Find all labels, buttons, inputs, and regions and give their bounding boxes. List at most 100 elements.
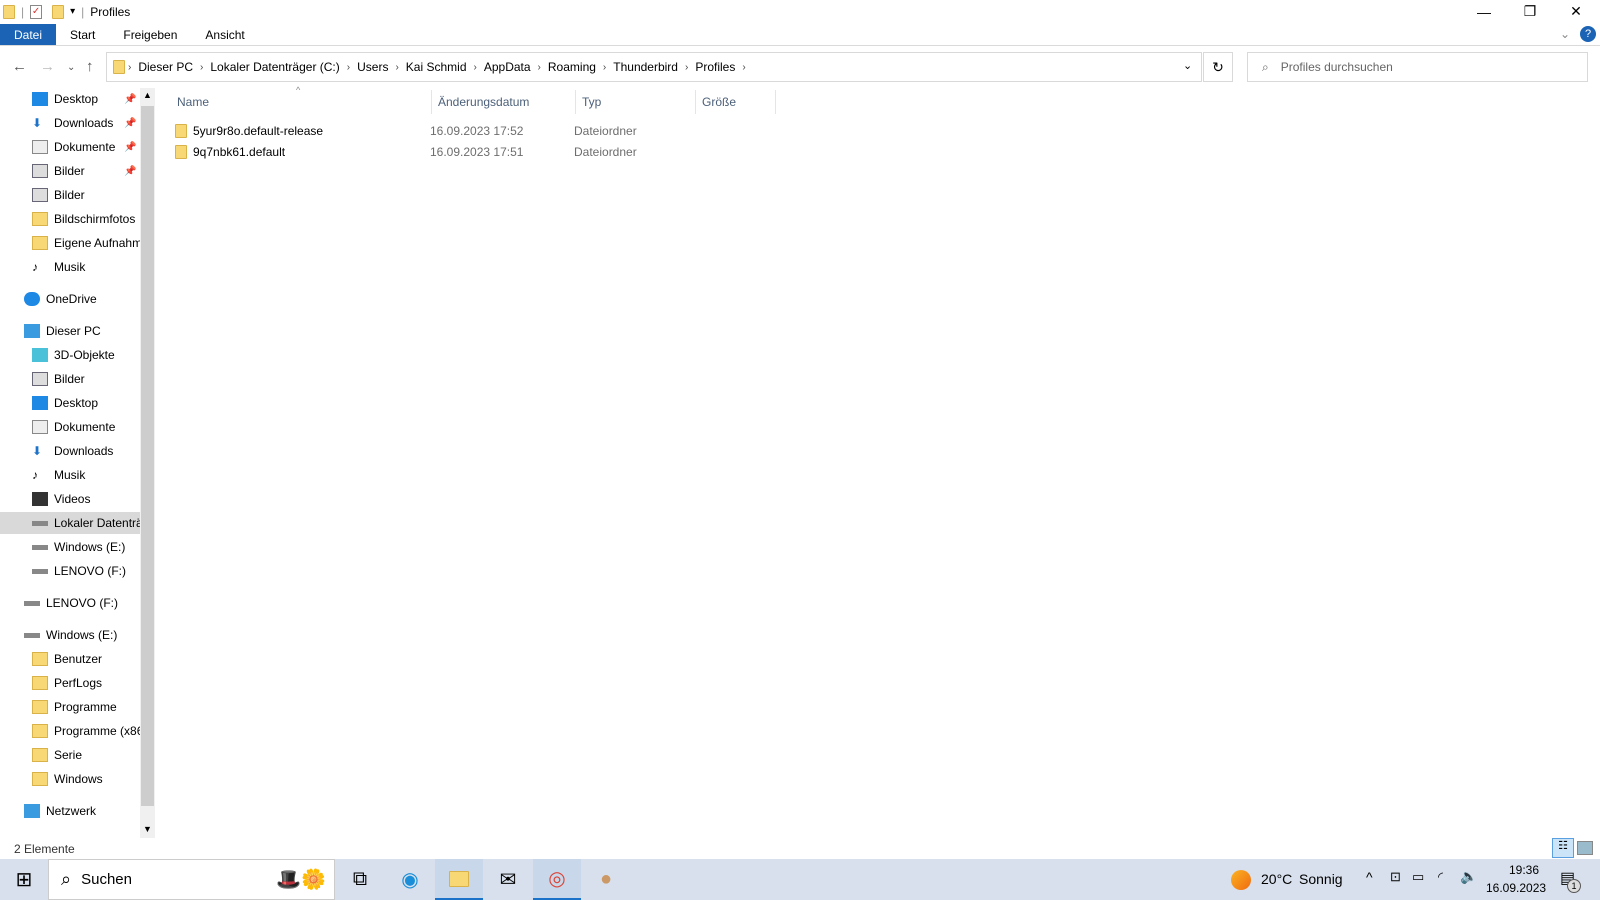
breadcrumb-item[interactable]: Kai Schmid	[406, 60, 467, 74]
file-explorer-app[interactable]	[435, 859, 483, 900]
show-hidden-icons[interactable]: ^	[1366, 869, 1373, 885]
sidebar-item[interactable]: Serie	[0, 744, 140, 766]
column-header-name[interactable]: Name	[171, 90, 432, 114]
tab-freigeben[interactable]: Freigeben	[109, 24, 191, 45]
breadcrumb-chevron-icon[interactable]: ›	[538, 62, 541, 73]
sidebar-item[interactable]: Lokaler Datenträger (C:)	[0, 512, 140, 534]
file-date: 16.09.2023 17:51	[430, 144, 524, 159]
breadcrumb-item[interactable]: Users	[357, 60, 388, 74]
properties-icon[interactable]: ✓	[30, 4, 43, 19]
sidebar-item[interactable]: LENOVO (F:)	[0, 560, 140, 582]
sidebar-item[interactable]: OneDrive	[0, 288, 140, 310]
refresh-button[interactable]: ↻	[1203, 52, 1233, 82]
sidebar-item[interactable]: Dokumente 📌	[0, 136, 140, 158]
sidebar-item[interactable]: ⬇ Downloads 📌	[0, 112, 140, 134]
quick-access-dropdown-icon[interactable]: ▾	[70, 6, 75, 17]
weather-temperature[interactable]: 20°C	[1261, 871, 1292, 887]
taskbar-search[interactable]: ⌕ Suchen 🎩🌼	[48, 859, 335, 900]
app-icon[interactable]: ●	[582, 859, 630, 900]
breadcrumb-chevron-icon[interactable]: ›	[603, 62, 606, 73]
sidebar-item[interactable]: Desktop 📌	[0, 88, 140, 110]
breadcrumb-chevron-icon[interactable]: ›	[474, 62, 477, 73]
close-button[interactable]: ✕	[1553, 0, 1599, 23]
sidebar-item[interactable]: Bilder	[0, 184, 140, 206]
clock-time[interactable]: 19:36	[1500, 863, 1548, 877]
weather-icon[interactable]	[1231, 870, 1251, 890]
breadcrumb-item[interactable]: Lokaler Datenträger (C:)	[210, 60, 339, 74]
tab-start[interactable]: Start	[56, 24, 109, 45]
scroll-down-arrow[interactable]: ▼	[143, 824, 152, 834]
task-view-button[interactable]: ⧉	[336, 859, 384, 900]
sidebar-item[interactable]: Benutzer	[0, 648, 140, 670]
minimize-button[interactable]: —	[1461, 0, 1507, 23]
file-row[interactable]: 5yur9r8o.default-release 16.09.2023 17:52…	[175, 120, 775, 141]
breadcrumb-item[interactable]: Thunderbird	[613, 60, 678, 74]
start-button[interactable]: ⊞	[0, 859, 48, 900]
column-header-size[interactable]: Größe	[696, 90, 776, 114]
sidebar-item[interactable]: Videos	[0, 488, 140, 510]
up-button[interactable]: ↑	[86, 58, 94, 75]
large-icons-view-button[interactable]	[1577, 841, 1593, 855]
maximize-button[interactable]: ❐	[1507, 0, 1553, 23]
drive-icon	[32, 544, 48, 550]
sidebar-item[interactable]: Bildschirmfotos	[0, 208, 140, 230]
sidebar-item[interactable]: Programme (x86)	[0, 720, 140, 742]
volume-icon[interactable]: 🔈	[1460, 868, 1477, 885]
mail-app[interactable]: ✉	[484, 859, 532, 900]
recent-locations-button[interactable]: ⌄	[67, 62, 75, 73]
details-view-button[interactable]: ☷	[1552, 838, 1574, 858]
sidebar-item[interactable]: Programme	[0, 696, 140, 718]
sidebar-item[interactable]: Netzwerk	[0, 800, 140, 822]
address-bar[interactable]: › Dieser PC › Lokaler Datenträger (C:) › Use…	[106, 52, 1202, 82]
sidebar-item-label: Downloads	[54, 116, 114, 130]
status-item-count: 2 Elemente	[14, 842, 75, 856]
chrome-app[interactable]: ◎	[533, 859, 581, 900]
column-header-date[interactable]: Änderungsdatum	[432, 90, 576, 114]
back-button[interactable]: ←	[12, 58, 27, 75]
breadcrumb-chevron-icon[interactable]: ›	[685, 62, 688, 73]
breadcrumb-item[interactable]: Roaming	[548, 60, 596, 74]
sidebar-item[interactable]: Desktop	[0, 392, 140, 414]
tab-ansicht[interactable]: Ansicht	[191, 24, 258, 45]
tab-datei[interactable]: Datei	[0, 24, 57, 45]
search-input[interactable]: ⌕ Profiles durchsuchen	[1247, 52, 1588, 82]
file-row[interactable]: 9q7nbk61.default 16.09.2023 17:51 Dateiord…	[175, 141, 775, 162]
breadcrumb-chevron-icon[interactable]: ›	[395, 62, 398, 73]
weather-description[interactable]: Sonnig	[1299, 871, 1343, 887]
battery-icon[interactable]: ▭	[1412, 869, 1424, 885]
breadcrumb-item[interactable]: AppData	[484, 60, 531, 74]
forward-button[interactable]: →	[40, 58, 55, 75]
expand-ribbon-icon[interactable]: ⌄	[1560, 27, 1570, 41]
sidebar-item[interactable]: PerfLogs	[0, 672, 140, 694]
breadcrumb-chevron-icon[interactable]: ›	[742, 62, 745, 73]
pin-icon: 📌	[124, 93, 137, 105]
sidebar-item[interactable]: Eigene Aufnahmen	[0, 232, 140, 254]
breadcrumb-chevron-icon[interactable]: ›	[347, 62, 350, 73]
meet-icon[interactable]: ⊡	[1390, 869, 1401, 885]
sidebar-item[interactable]: Bilder 📌	[0, 160, 140, 182]
column-header-type[interactable]: Typ	[576, 90, 696, 114]
sidebar-item[interactable]: ♪ Musik	[0, 256, 140, 278]
clock-date[interactable]: 16.09.2023	[1486, 881, 1546, 895]
sidebar-item[interactable]: Dokumente	[0, 416, 140, 438]
new-folder-icon[interactable]	[52, 4, 65, 19]
sidebar-item[interactable]: Windows	[0, 768, 140, 790]
sidebar-item[interactable]: Windows (E:)	[0, 536, 140, 558]
nav-scrollbar-thumb[interactable]	[141, 106, 154, 806]
sidebar-item[interactable]: ♪ Musik	[0, 464, 140, 486]
sidebar-item[interactable]: LENOVO (F:)	[0, 592, 140, 614]
breadcrumb-chevron-icon[interactable]: ›	[200, 62, 203, 73]
sidebar-item[interactable]: ⬇ Downloads	[0, 440, 140, 462]
sidebar-item[interactable]: 3D-Objekte	[0, 344, 140, 366]
sidebar-item[interactable]: Bilder	[0, 368, 140, 390]
breadcrumb-item[interactable]: Profiles	[695, 60, 735, 74]
scroll-up-arrow[interactable]: ▲	[143, 90, 152, 100]
edge-app[interactable]: ◉	[386, 859, 434, 900]
sidebar-item[interactable]: Dieser PC	[0, 320, 140, 342]
help-icon[interactable]: ?	[1580, 26, 1596, 42]
sidebar-item[interactable]: Windows (E:)	[0, 624, 140, 646]
breadcrumb-item[interactable]: Dieser PC	[138, 60, 193, 74]
wifi-icon[interactable]: ◜	[1438, 869, 1443, 885]
address-dropdown-icon[interactable]: ⌄	[1183, 59, 1192, 72]
download-icon: ⬇	[32, 116, 43, 130]
